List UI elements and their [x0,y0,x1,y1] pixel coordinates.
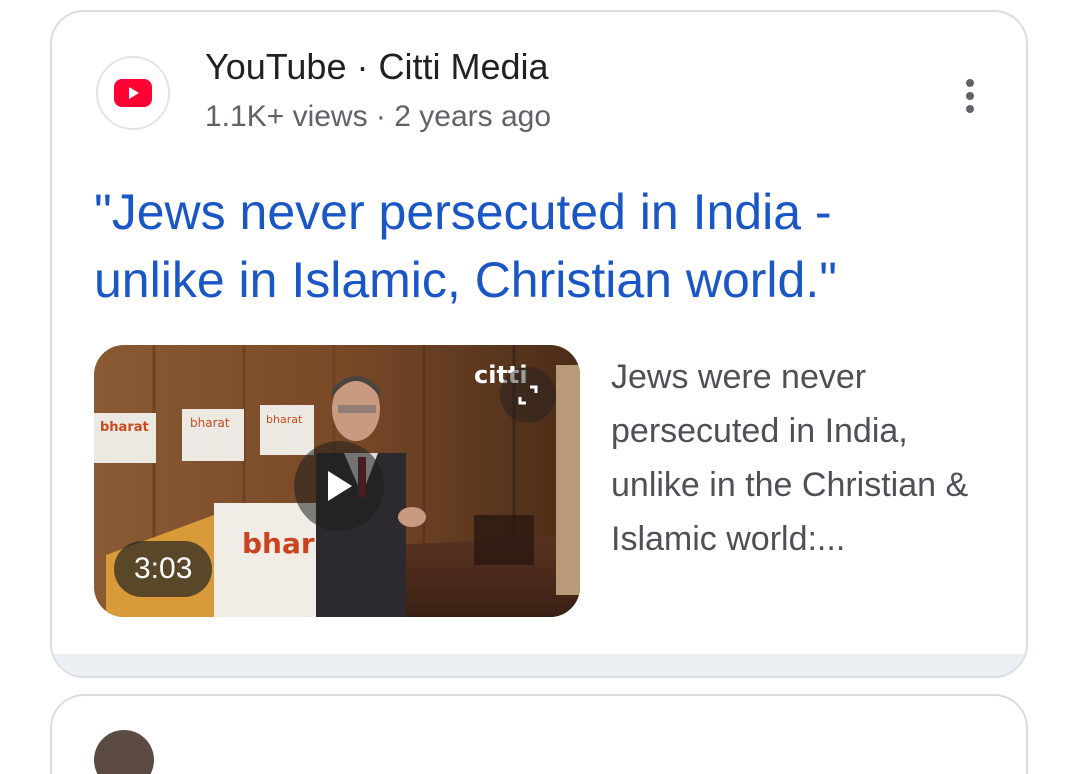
svg-text:bharat: bharat [190,416,230,430]
result-title-link[interactable]: "Jews never persecuted in India - unlike… [94,178,974,314]
expand-icon [518,385,538,405]
more-vert-icon [966,79,974,87]
svg-text:bharat: bharat [266,413,303,426]
result-snippet: Jews were never persecuted in India, unl… [611,358,969,558]
youtube-logo-icon [96,56,170,130]
svg-text:bharat: bharat [100,420,149,435]
video-thumbnail[interactable]: bharat bharat bharat bharat citti 3:03 [94,345,580,617]
play-button[interactable] [294,441,384,531]
more-options-button[interactable] [952,74,988,118]
play-icon [328,471,352,501]
video-duration-badge: 3:03 [114,541,213,597]
next-result-card[interactable] [50,694,1028,774]
result-meta: 1.1K+ views · 2 years ago [205,100,552,133]
card-divider [52,654,1026,676]
expand-button[interactable] [500,367,556,423]
result-source: YouTube · Citti Media [205,46,549,87]
search-result-card[interactable]: YouTube · Citti Media 1.1K+ views · 2 ye… [50,10,1028,678]
